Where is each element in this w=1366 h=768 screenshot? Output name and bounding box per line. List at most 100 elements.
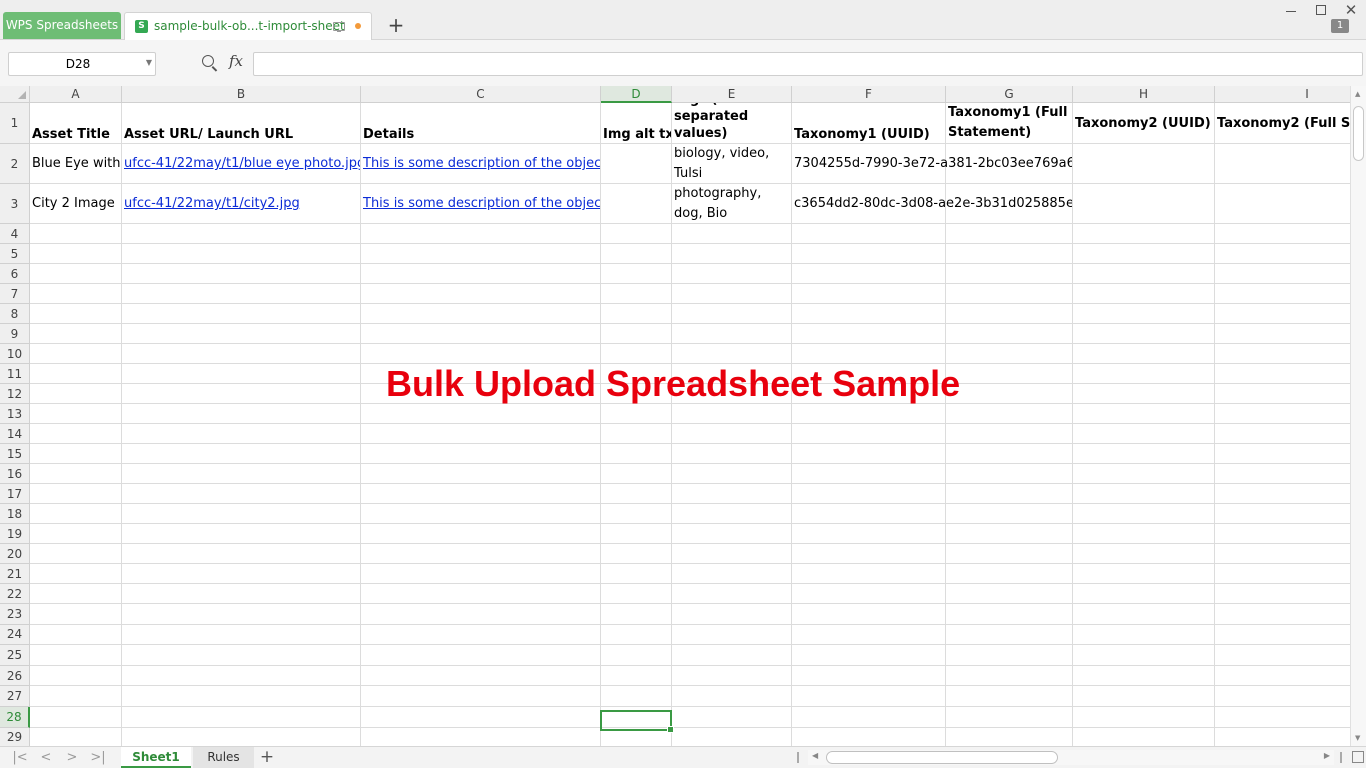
last-sheet-icon[interactable]: >| (88, 749, 108, 767)
splitter-handle[interactable] (797, 752, 799, 763)
zoom-icon[interactable] (202, 55, 214, 67)
row-header-4[interactable]: 4 (0, 224, 30, 244)
cell-g1[interactable]: Taxonomy1 (Full Statement) (946, 103, 1072, 143)
prev-sheet-icon[interactable]: < (36, 749, 56, 767)
column-header-d[interactable]: D (601, 86, 672, 103)
cell-h1[interactable]: Taxonomy2 (UUID) (1073, 103, 1214, 143)
column-header-i[interactable]: I (1215, 86, 1350, 103)
window-count-badge[interactable]: 1 (1331, 19, 1349, 33)
gridline (30, 563, 1350, 564)
row-header-1[interactable]: 1 (0, 103, 30, 144)
horizontal-scroll-thumb[interactable] (826, 751, 1058, 764)
resize-corner-icon[interactable] (1352, 751, 1364, 763)
cell-e2[interactable]: biology, video, Tulsi (672, 144, 791, 183)
row-header-12[interactable]: 12 (0, 384, 30, 404)
unsaved-dot-icon[interactable] (355, 23, 361, 29)
cell-e1[interactable]: Tags (Comma separated values) (672, 103, 791, 143)
row-header-26[interactable]: 26 (0, 665, 30, 687)
row-header-21[interactable]: 21 (0, 564, 30, 584)
row-header-10[interactable]: 10 (0, 344, 30, 364)
scroll-down-icon[interactable]: ▼ (1355, 734, 1360, 742)
cell-a3[interactable]: City 2 Image (30, 184, 121, 223)
row-header-27[interactable]: 27 (0, 686, 30, 707)
cell-b1[interactable]: Asset URL/ Launch URL (122, 103, 360, 143)
row-header-14[interactable]: 14 (0, 424, 30, 444)
maximize-button[interactable] (1311, 2, 1331, 18)
row-header-5[interactable]: 5 (0, 244, 30, 264)
scroll-left-icon[interactable]: ◀ (812, 751, 818, 760)
cell-e3[interactable]: photography, dog, Bio (672, 184, 791, 223)
row-header-3[interactable]: 3 (0, 184, 30, 224)
gridline (30, 223, 1350, 224)
title-bar: WPS Spreadsheets S sample-bulk-ob...t-im… (0, 0, 1366, 40)
row-header-11[interactable]: 11 (0, 364, 30, 384)
gridline (30, 543, 1350, 544)
cell-c2-link[interactable]: This is some description of the object (361, 144, 600, 183)
cell-c3-link[interactable]: This is some description of the object (361, 184, 600, 223)
column-header-c[interactable]: C (361, 86, 601, 103)
column-header-g[interactable]: G (946, 86, 1073, 103)
row-header-13[interactable]: 13 (0, 404, 30, 424)
row-header-8[interactable]: 8 (0, 304, 30, 324)
row-header-28[interactable]: 28 (0, 707, 30, 728)
cell-f2[interactable]: 7304255d-7990-3e72-a381-2bc03ee769a6 (792, 144, 1072, 183)
formula-input[interactable] (253, 52, 1363, 76)
cell-b2-link[interactable]: ufcc-41/22may/t1/blue eye photo.jpg (122, 144, 360, 183)
column-header-b[interactable]: B (122, 86, 361, 103)
spreadsheet-grid[interactable]: A B C D E F G H I 1 2 3 4 5 6 7 8 9 10 11 12 13 14 15 1… (0, 86, 1350, 746)
cell-f3[interactable]: c3654dd2-80dc-3d08-ae2e-3b31d025885e (792, 184, 1072, 223)
splitter-handle[interactable] (1340, 752, 1342, 763)
row-header-23[interactable]: 23 (0, 604, 30, 625)
cell-a2[interactable]: Blue Eye with (30, 144, 121, 183)
column-header-f[interactable]: F (792, 86, 946, 103)
row-header-2[interactable]: 2 (0, 144, 30, 184)
gridline (30, 623, 1350, 625)
row-header-6[interactable]: 6 (0, 264, 30, 284)
row-header-24[interactable]: 24 (0, 624, 30, 646)
row-header-15[interactable]: 15 (0, 444, 30, 464)
sheet-tab-rules[interactable]: Rules (193, 747, 254, 768)
cell-f1[interactable]: Taxonomy1 (UUID) (792, 103, 945, 143)
gridline (30, 323, 1350, 324)
vertical-scroll-thumb[interactable] (1353, 106, 1364, 161)
minimize-button[interactable] (1281, 2, 1301, 18)
row-header-20[interactable]: 20 (0, 544, 30, 564)
horizontal-scrollbar[interactable]: ◀ ▶ (808, 750, 1334, 765)
row-header-25[interactable]: 25 (0, 645, 30, 666)
row-header-9[interactable]: 9 (0, 324, 30, 344)
scroll-right-icon[interactable]: ▶ (1324, 751, 1330, 760)
row-header-19[interactable]: 19 (0, 524, 30, 544)
fx-icon[interactable]: fx (229, 52, 243, 70)
close-button[interactable]: ✕ (1341, 2, 1361, 18)
cell-c1[interactable]: Details (361, 103, 600, 143)
first-sheet-icon[interactable]: |< (10, 749, 30, 767)
cell-i1[interactable]: Taxonomy2 (Full State (1215, 103, 1350, 143)
next-sheet-icon[interactable]: > (62, 749, 82, 767)
gridline (30, 443, 1350, 444)
name-box[interactable]: D28 ▼ (8, 52, 156, 76)
row-header-18[interactable]: 18 (0, 504, 30, 524)
monitor-icon[interactable] (333, 22, 345, 32)
chevron-down-icon[interactable]: ▼ (146, 58, 152, 67)
select-all-corner[interactable] (0, 86, 30, 103)
column-header-h[interactable]: H (1073, 86, 1215, 103)
cell-a1[interactable]: Asset Title (30, 103, 121, 143)
row-header-29[interactable]: 29 (0, 727, 30, 746)
column-header-e[interactable]: E (672, 86, 792, 103)
cell-b3-link[interactable]: ufcc-41/22may/t1/city2.jpg (122, 184, 360, 223)
formula-bar: D28 ▼ fx (0, 40, 1366, 87)
row-header-17[interactable]: 17 (0, 484, 30, 504)
selected-cell-d28[interactable] (600, 710, 674, 733)
document-tab[interactable]: S sample-bulk-ob...t-import-sheet (124, 12, 372, 40)
row-header-22[interactable]: 22 (0, 584, 30, 604)
new-tab-button[interactable]: + (385, 14, 407, 36)
vertical-scrollbar[interactable]: ▲ ▼ (1350, 86, 1366, 746)
column-header-a[interactable]: A (30, 86, 122, 103)
cell-d1[interactable]: Img alt txt (601, 103, 671, 143)
sheet-tab-sheet1[interactable]: Sheet1 (121, 747, 191, 768)
scroll-up-icon[interactable]: ▲ (1355, 90, 1360, 98)
app-tab[interactable]: WPS Spreadsheets (3, 12, 121, 39)
row-header-16[interactable]: 16 (0, 464, 30, 484)
add-sheet-button[interactable]: + (257, 747, 277, 767)
row-header-7[interactable]: 7 (0, 284, 30, 304)
